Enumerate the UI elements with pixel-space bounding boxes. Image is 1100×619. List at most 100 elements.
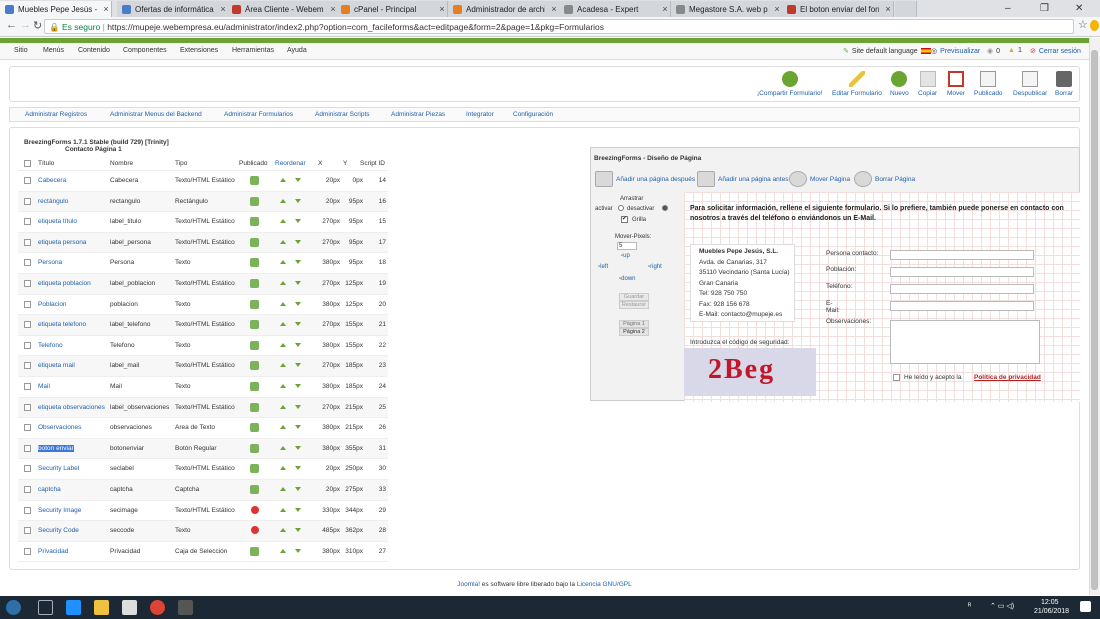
unpublished-icon[interactable]: [251, 526, 259, 535]
preview-link[interactable]: ◎ Previsualizar: [931, 47, 980, 56]
restore-button[interactable]: Restaurar: [619, 301, 649, 309]
persona-input[interactable]: [890, 250, 1034, 260]
telefono-input[interactable]: [890, 284, 1034, 294]
published-check-icon[interactable]: [250, 485, 259, 494]
privacy-checkbox[interactable]: [893, 374, 900, 381]
move-down-arrow-icon[interactable]: [295, 322, 301, 327]
published-check-icon[interactable]: [250, 443, 259, 453]
element-title-link[interactable]: rectángulo: [38, 198, 68, 205]
move-page-button[interactable]: Mover Página: [789, 171, 850, 187]
move-up-arrow-icon[interactable]: [280, 281, 286, 285]
published-check-icon[interactable]: [250, 546, 259, 556]
menu-extensiones[interactable]: Extensiones: [180, 47, 218, 54]
table-row[interactable]: etiqueta poblacion label_poblacion Texto/H…: [18, 274, 388, 295]
published-check-icon[interactable]: [250, 279, 259, 288]
submenu-registros[interactable]: Administrar Registros: [25, 111, 87, 118]
page-1-button[interactable]: Página 1: [619, 320, 649, 328]
published-check-icon[interactable]: [250, 382, 259, 391]
col-publicado[interactable]: Publicado: [239, 160, 268, 167]
col-reordenar[interactable]: Reordenar: [275, 160, 306, 167]
table-row[interactable]: etiqueta mail label_mail Texto/HTML Estáti…: [18, 356, 388, 377]
tab-close-icon[interactable]: ×: [660, 4, 670, 14]
telefono-label[interactable]: Teléfono:: [826, 283, 852, 290]
bookmark-star-icon[interactable]: ☆: [1078, 18, 1088, 31]
start-button[interactable]: [6, 600, 21, 615]
move-down-arrow-icon[interactable]: [295, 281, 301, 285]
move-up-arrow-icon[interactable]: [280, 301, 286, 306]
table-row[interactable]: etiqueta persona label_persona Texto/HTML …: [18, 232, 388, 254]
element-title-link[interactable]: Mail: [38, 383, 50, 390]
form-intro-text[interactable]: Para solicitar información, rellene el s…: [690, 204, 1065, 224]
submenu-formularios[interactable]: Administrar Formularios: [224, 111, 293, 118]
table-row[interactable]: etiqueta título label_titulo Texto/HTML Es…: [18, 212, 388, 233]
element-title-link[interactable]: etiqueta observaciones: [38, 404, 105, 411]
col-nombre[interactable]: Nombre: [110, 160, 133, 167]
table-row[interactable]: Privacidad Privacidad Caja de Selección 380…: [18, 542, 388, 563]
row-checkbox[interactable]: [24, 403, 31, 411]
copy-button[interactable]: Copiar: [918, 71, 937, 97]
extension-icon[interactable]: [1090, 20, 1099, 31]
delete-button[interactable]: Borrar: [1055, 71, 1073, 97]
element-title-link[interactable]: Security Code: [38, 527, 79, 534]
scrollbar-thumb[interactable]: [1091, 50, 1098, 590]
table-row[interactable]: etiqueta observaciones label_observacione…: [18, 397, 388, 419]
add-page-after-button[interactable]: Añadir una página después: [595, 171, 695, 187]
chrome-icon[interactable]: [150, 600, 165, 615]
element-title-link[interactable]: Observaciones: [38, 424, 81, 431]
table-row[interactable]: Persona Persona Texto 380px 95px 18: [18, 253, 388, 274]
select-all-checkbox[interactable]: [24, 160, 31, 167]
move-up-arrow-icon[interactable]: [280, 445, 286, 450]
forward-icon[interactable]: →: [20, 19, 31, 31]
move-down-arrow-icon[interactable]: [295, 548, 301, 553]
element-title-link[interactable]: etiqueta título: [38, 218, 77, 225]
move-up-arrow-icon[interactable]: [280, 404, 286, 409]
security-label[interactable]: Introduzca el código de seguridad:: [690, 339, 789, 346]
published-check-icon[interactable]: [250, 464, 259, 474]
tab-close-icon[interactable]: ×: [101, 4, 111, 14]
edge-icon[interactable]: [66, 600, 81, 615]
row-checkbox[interactable]: [24, 465, 31, 473]
row-checkbox[interactable]: [24, 547, 31, 555]
logout-link[interactable]: ⊘ Cerrar sesión: [1030, 47, 1081, 56]
grid-checkbox[interactable]: ✔: [621, 216, 628, 223]
row-checkbox[interactable]: [24, 300, 31, 308]
published-check-icon[interactable]: [250, 361, 259, 371]
row-checkbox[interactable]: [24, 506, 31, 514]
tab-close-icon[interactable]: ×: [437, 4, 447, 14]
task-view-icon[interactable]: [38, 600, 53, 615]
element-title-link[interactable]: etiqueta persona: [38, 239, 86, 246]
move-button[interactable]: Mover: [947, 71, 965, 97]
table-row[interactable]: Security Code seccode Texto 485px 362px 28: [18, 521, 388, 542]
move-up-arrow-icon[interactable]: [280, 363, 286, 368]
table-row[interactable]: Observaciones observaciones Area de Texto 3…: [18, 418, 388, 439]
notifications-icon[interactable]: [1080, 601, 1091, 612]
row-checkbox[interactable]: [24, 424, 31, 432]
col-y[interactable]: Y: [343, 160, 347, 167]
move-up-arrow-icon[interactable]: [280, 528, 286, 533]
observaciones-label[interactable]: Observaciones:: [826, 318, 871, 325]
element-title-link[interactable]: Privacidad: [38, 548, 68, 555]
browser-tab[interactable]: cPanel - Principal ×: [336, 1, 448, 17]
menu-sitio[interactable]: Sitio: [14, 47, 28, 54]
deactivate-radio[interactable]: [662, 205, 668, 211]
move-up-arrow-icon[interactable]: [280, 178, 286, 182]
row-checkbox[interactable]: [24, 259, 31, 267]
row-checkbox[interactable]: [24, 321, 31, 329]
activate-radio[interactable]: [618, 205, 624, 211]
move-down-arrow-icon[interactable]: [295, 404, 301, 409]
poblacion-input[interactable]: [890, 267, 1034, 277]
browser-tab[interactable]: Megastore S.A. web priv ×: [671, 1, 783, 17]
row-checkbox[interactable]: [24, 383, 31, 390]
move-down-arrow-icon[interactable]: [295, 384, 301, 388]
table-row[interactable]: Cabecera Cabecera Texto/HTML Estático 20px 0…: [18, 171, 388, 192]
browser-tab[interactable]: Ofertas de informática - ×: [117, 1, 229, 17]
menu-ayuda[interactable]: Ayuda: [287, 47, 307, 54]
clock-date[interactable]: 21/06/2018: [1034, 608, 1069, 615]
row-checkbox[interactable]: [24, 527, 31, 535]
move-down-arrow-icon[interactable]: [295, 219, 301, 224]
move-down-arrow-icon[interactable]: [295, 363, 301, 368]
element-title-link[interactable]: Telefono: [38, 342, 63, 349]
element-title-link[interactable]: Security Label: [38, 465, 79, 472]
table-row[interactable]: etiqueta telefono label_telefono Texto/HTM…: [18, 315, 388, 336]
move-up-arrow-icon[interactable]: [280, 548, 286, 553]
